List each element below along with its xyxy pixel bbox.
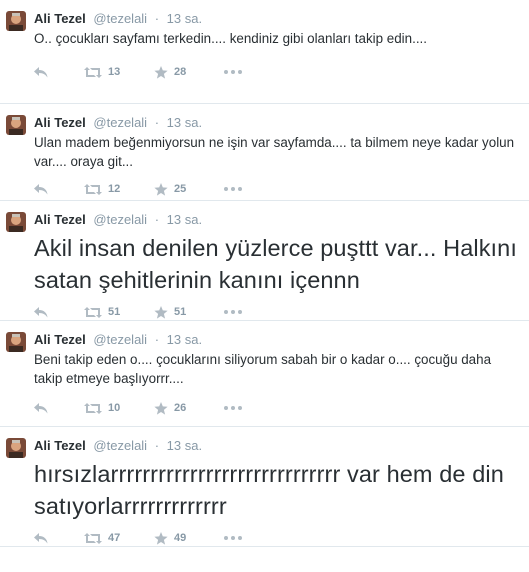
star-icon: [154, 305, 168, 319]
tweet-header: Ali Tezel @tezelali · 13 sa.: [34, 211, 517, 229]
user-handle[interactable]: @tezelali: [93, 332, 147, 347]
tweet[interactable]: Ali Tezel @tezelali · 13 sa. hırsızlarrr…: [0, 427, 529, 547]
star-icon: [154, 531, 168, 545]
tweet-text: Ulan madem beğenmiyorsun ne işin var say…: [34, 135, 515, 169]
reply-icon: [34, 306, 48, 317]
favorite-button[interactable]: 25: [154, 182, 224, 196]
user-name[interactable]: Ali Tezel: [34, 438, 86, 453]
more-button[interactable]: [224, 187, 244, 191]
more-icon: [224, 310, 242, 314]
avatar[interactable]: [6, 11, 26, 31]
retweet-button[interactable]: 10: [84, 402, 154, 414]
timestamp[interactable]: 13 sa.: [167, 115, 202, 130]
tweet-actions: 10 26: [34, 392, 517, 424]
tweet-header: Ali Tezel @tezelali · 13 sa.: [34, 10, 517, 28]
more-icon: [224, 406, 242, 410]
timeline: Ali Tezel @tezelali · 13 sa. O.. çocukla…: [0, 0, 529, 547]
timestamp[interactable]: 13 sa.: [167, 332, 202, 347]
favorite-count: 28: [174, 66, 187, 78]
star-icon: [154, 401, 168, 415]
retweet-button[interactable]: 13: [84, 66, 154, 78]
star-icon: [154, 182, 168, 196]
reply-icon: [34, 402, 48, 413]
separator-dot: ·: [154, 438, 160, 453]
tweet-actions: 47 49: [34, 522, 517, 554]
retweet-icon: [84, 306, 102, 318]
tweet-header: Ali Tezel @tezelali · 13 sa.: [34, 331, 517, 349]
favorite-count: 25: [174, 183, 187, 195]
retweet-count: 10: [108, 402, 121, 414]
favorite-count: 51: [174, 306, 187, 318]
avatar[interactable]: [6, 332, 26, 352]
reply-icon: [34, 183, 48, 194]
retweet-count: 13: [108, 66, 121, 78]
user-handle[interactable]: @tezelali: [93, 212, 147, 227]
favorite-button[interactable]: 26: [154, 401, 224, 415]
tweet-header: Ali Tezel @tezelali · 13 sa.: [34, 114, 517, 132]
tweet[interactable]: Ali Tezel @tezelali · 13 sa. Ulan madem …: [0, 104, 529, 201]
reply-button[interactable]: [34, 183, 84, 195]
more-button[interactable]: [224, 536, 244, 540]
tweet-text: hırsızlarrrrrrrrrrrrrrrrrrrrrrrrrrrrr va…: [34, 461, 504, 519]
avatar[interactable]: [6, 212, 26, 232]
retweet-icon: [84, 402, 102, 414]
timestamp[interactable]: 13 sa.: [167, 212, 202, 227]
reply-button[interactable]: [34, 402, 84, 414]
retweet-button[interactable]: 51: [84, 306, 154, 318]
user-name[interactable]: Ali Tezel: [34, 332, 86, 347]
retweet-button[interactable]: 12: [84, 183, 154, 195]
more-button[interactable]: [224, 310, 244, 314]
tweet-text: O.. çocukları sayfamı terkedin.... kendi…: [34, 31, 427, 46]
retweet-icon: [84, 183, 102, 195]
favorite-button[interactable]: 28: [154, 65, 224, 79]
favorite-count: 49: [174, 532, 187, 544]
retweet-count: 12: [108, 183, 121, 195]
more-button[interactable]: [224, 70, 244, 74]
avatar[interactable]: [6, 438, 26, 458]
tweet[interactable]: Ali Tezel @tezelali · 13 sa. Beni takip …: [0, 321, 529, 427]
timestamp[interactable]: 13 sa.: [167, 11, 202, 26]
retweet-icon: [84, 66, 102, 78]
retweet-button[interactable]: 47: [84, 532, 154, 544]
reply-icon: [34, 66, 48, 77]
user-name[interactable]: Ali Tezel: [34, 115, 86, 130]
user-handle[interactable]: @tezelali: [93, 11, 147, 26]
user-handle[interactable]: @tezelali: [93, 438, 147, 453]
separator-dot: ·: [154, 115, 160, 130]
separator-dot: ·: [154, 332, 160, 347]
favorite-button[interactable]: 51: [154, 305, 224, 319]
separator-dot: ·: [154, 11, 160, 26]
tweet-actions: 13 28: [34, 56, 517, 88]
more-icon: [224, 70, 242, 74]
timestamp[interactable]: 13 sa.: [167, 438, 202, 453]
tweet-text: Beni takip eden o.... çocuklarını siliyo…: [34, 352, 492, 386]
user-handle[interactable]: @tezelali: [93, 115, 147, 130]
retweet-icon: [84, 532, 102, 544]
reply-button[interactable]: [34, 306, 84, 318]
user-name[interactable]: Ali Tezel: [34, 212, 86, 227]
tweet[interactable]: Ali Tezel @tezelali · 13 sa. O.. çocukla…: [0, 0, 529, 104]
retweet-count: 51: [108, 306, 121, 318]
separator-dot: ·: [154, 212, 160, 227]
retweet-count: 47: [108, 532, 121, 544]
tweet[interactable]: Ali Tezel @tezelali · 13 sa. Akil insan …: [0, 201, 529, 321]
star-icon: [154, 65, 168, 79]
favorite-count: 26: [174, 402, 187, 414]
reply-button[interactable]: [34, 66, 84, 78]
reply-button[interactable]: [34, 532, 84, 544]
reply-icon: [34, 532, 48, 543]
more-icon: [224, 536, 242, 540]
avatar[interactable]: [6, 115, 26, 135]
tweet-text: Akil insan denilen yüzlerce puşttt var..…: [34, 235, 517, 293]
more-icon: [224, 187, 242, 191]
favorite-button[interactable]: 49: [154, 531, 224, 545]
more-button[interactable]: [224, 406, 244, 410]
user-name[interactable]: Ali Tezel: [34, 11, 86, 26]
tweet-header: Ali Tezel @tezelali · 13 sa.: [34, 437, 517, 455]
